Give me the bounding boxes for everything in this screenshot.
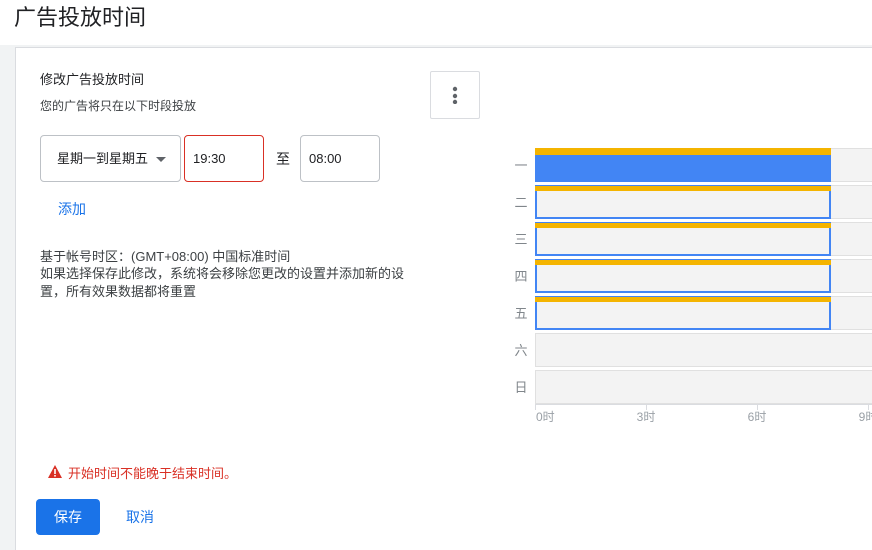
day-label: 五 bbox=[514, 306, 527, 321]
reset-warning-note: 如果选择保存此修改，系统将会移除您更改的设置并添加新的设置，所有效果数据都将重置 bbox=[40, 266, 405, 299]
schedule-bar-stripe bbox=[535, 260, 831, 265]
day-track bbox=[535, 333, 872, 367]
schedule-bar-stripe bbox=[535, 297, 831, 302]
day-label: 三 bbox=[514, 232, 527, 247]
panel-title: 修改广告投放时间 bbox=[40, 72, 145, 87]
x-tick-label: 0时 bbox=[536, 410, 555, 424]
arrow-drop-down-icon bbox=[156, 157, 166, 162]
day-label: 四 bbox=[514, 269, 527, 284]
add-schedule-link[interactable]: 添加 bbox=[58, 200, 86, 218]
day-row: 四 bbox=[514, 259, 872, 293]
error-message: 开始时间不能晚于结束时间。 bbox=[68, 466, 238, 481]
start-time-input[interactable] bbox=[184, 135, 264, 182]
cancel-button[interactable]: 取消 bbox=[114, 499, 166, 535]
day-range-dropdown[interactable]: 星期一到星期五 bbox=[40, 135, 181, 182]
day-row: 一 bbox=[514, 148, 872, 182]
day-range-value: 星期一到星期五 bbox=[57, 151, 149, 166]
x-tick-label: 6时 bbox=[748, 410, 767, 424]
warning-icon bbox=[48, 465, 62, 478]
schedule-bar-stripe bbox=[535, 148, 831, 155]
more-options-button[interactable] bbox=[430, 71, 480, 119]
end-time-input[interactable] bbox=[300, 135, 380, 182]
save-button[interactable]: 保存 bbox=[36, 499, 100, 535]
day-row: 三 bbox=[514, 222, 872, 256]
panel-subtitle: 您的广告将只在以下时段投放 bbox=[40, 99, 197, 113]
day-row: 日 bbox=[514, 370, 872, 404]
weekly-schedule-chart: 一二三四五六日 0时 3时 6时 9时 bbox=[514, 148, 872, 424]
day-track bbox=[535, 370, 872, 404]
day-row: 六 bbox=[514, 333, 872, 367]
x-tick-label: 3时 bbox=[637, 410, 656, 424]
schedule-bar-stripe bbox=[535, 186, 831, 191]
timezone-note: 基于帐号时区：(GMT+08:00) 中国标准时间 bbox=[40, 249, 291, 264]
day-row: 五 bbox=[514, 296, 872, 330]
day-label: 一 bbox=[514, 158, 527, 173]
time-separator: 至 bbox=[276, 151, 290, 167]
day-label: 二 bbox=[514, 195, 527, 210]
more-vert-icon bbox=[452, 86, 458, 104]
day-row: 二 bbox=[514, 185, 872, 219]
day-label: 日 bbox=[514, 380, 527, 395]
x-tick-label: 9时 bbox=[859, 410, 872, 424]
day-label: 六 bbox=[514, 343, 527, 358]
schedule-bar-stripe bbox=[535, 223, 831, 228]
page-title: 广告投放时间 bbox=[14, 5, 147, 30]
